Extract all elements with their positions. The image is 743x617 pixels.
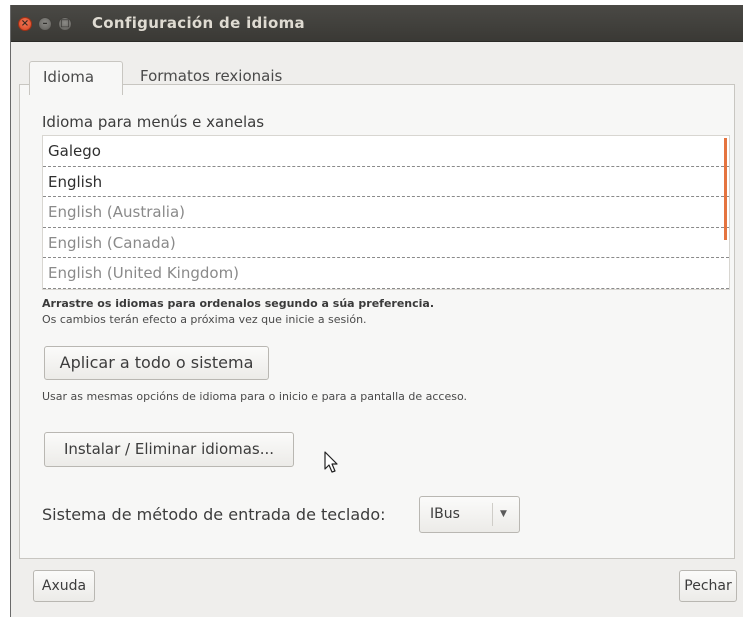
input-method-label: Sistema de método de entrada de teclado:	[42, 505, 386, 524]
title-bar[interactable]: × – □ Configuración de idioma	[11, 5, 743, 42]
language-settings-window: × – □ Configuración de idioma Idioma For…	[10, 5, 743, 617]
session-hint: Os cambios terán efecto a próxima vez qu…	[42, 313, 367, 326]
input-method-value: IBus	[430, 506, 460, 522]
list-item-english-uk[interactable]: English (United Kingdom)	[43, 258, 729, 289]
language-list-label: Idioma para menús e xanelas	[42, 113, 265, 131]
list-item-galego[interactable]: Galego	[43, 136, 729, 167]
close-button[interactable]: Pechar	[679, 570, 737, 602]
input-method-select[interactable]: IBus ▼	[419, 496, 520, 533]
chevron-down-icon[interactable]: ▼	[500, 497, 507, 532]
mouse-pointer-icon	[324, 451, 338, 473]
desktop-edge	[0, 0, 8, 617]
combo-divider	[492, 503, 493, 526]
list-item-english-australia[interactable]: English (Australia)	[43, 197, 729, 228]
window-title: Configuración de idioma	[92, 14, 305, 32]
close-icon[interactable]: ×	[18, 17, 32, 31]
scrollbar[interactable]	[724, 138, 727, 240]
tab-idioma[interactable]: Idioma	[29, 61, 123, 95]
help-button[interactable]: Axuda	[33, 570, 95, 602]
apply-system-wide-button[interactable]: Aplicar a todo o sistema	[44, 346, 269, 380]
tab-formatos-rexionais[interactable]: Formatos rexionais	[127, 61, 295, 94]
drag-hint: Arrastre os idiomas para ordenalos segun…	[42, 297, 435, 310]
maximize-icon[interactable]: □	[58, 17, 72, 31]
language-list[interactable]: Galego English English (Australia) Engli…	[42, 135, 730, 290]
list-item-english-canada[interactable]: English (Canada)	[43, 228, 729, 258]
list-item-english[interactable]: English	[43, 167, 729, 197]
apply-hint: Usar as mesmas opcións de idioma para o …	[42, 390, 467, 403]
install-remove-languages-button[interactable]: Instalar / Eliminar idiomas...	[44, 432, 294, 467]
minimize-icon[interactable]: –	[38, 17, 52, 31]
